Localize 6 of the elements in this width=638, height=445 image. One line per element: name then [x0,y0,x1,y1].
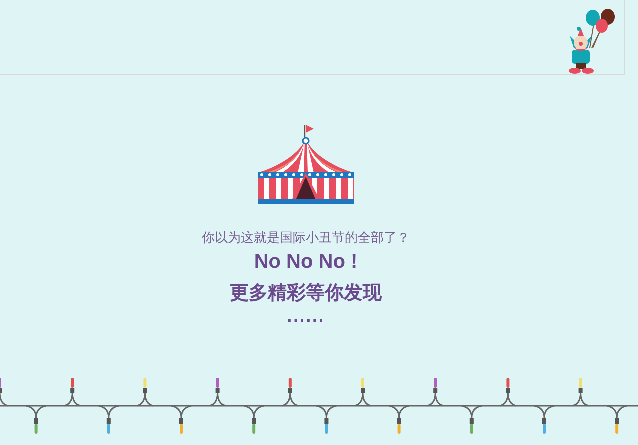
question-text: 你以为这就是国际小丑节的全部了？ [202,230,410,247]
answer-text: No No No ! [254,251,358,274]
clown-with-balloons-icon [568,8,616,74]
ellipsis-text: ...... [287,310,325,326]
circus-tent-icon [258,123,354,205]
teaser-text: 更多精彩等你发现 [230,281,382,306]
